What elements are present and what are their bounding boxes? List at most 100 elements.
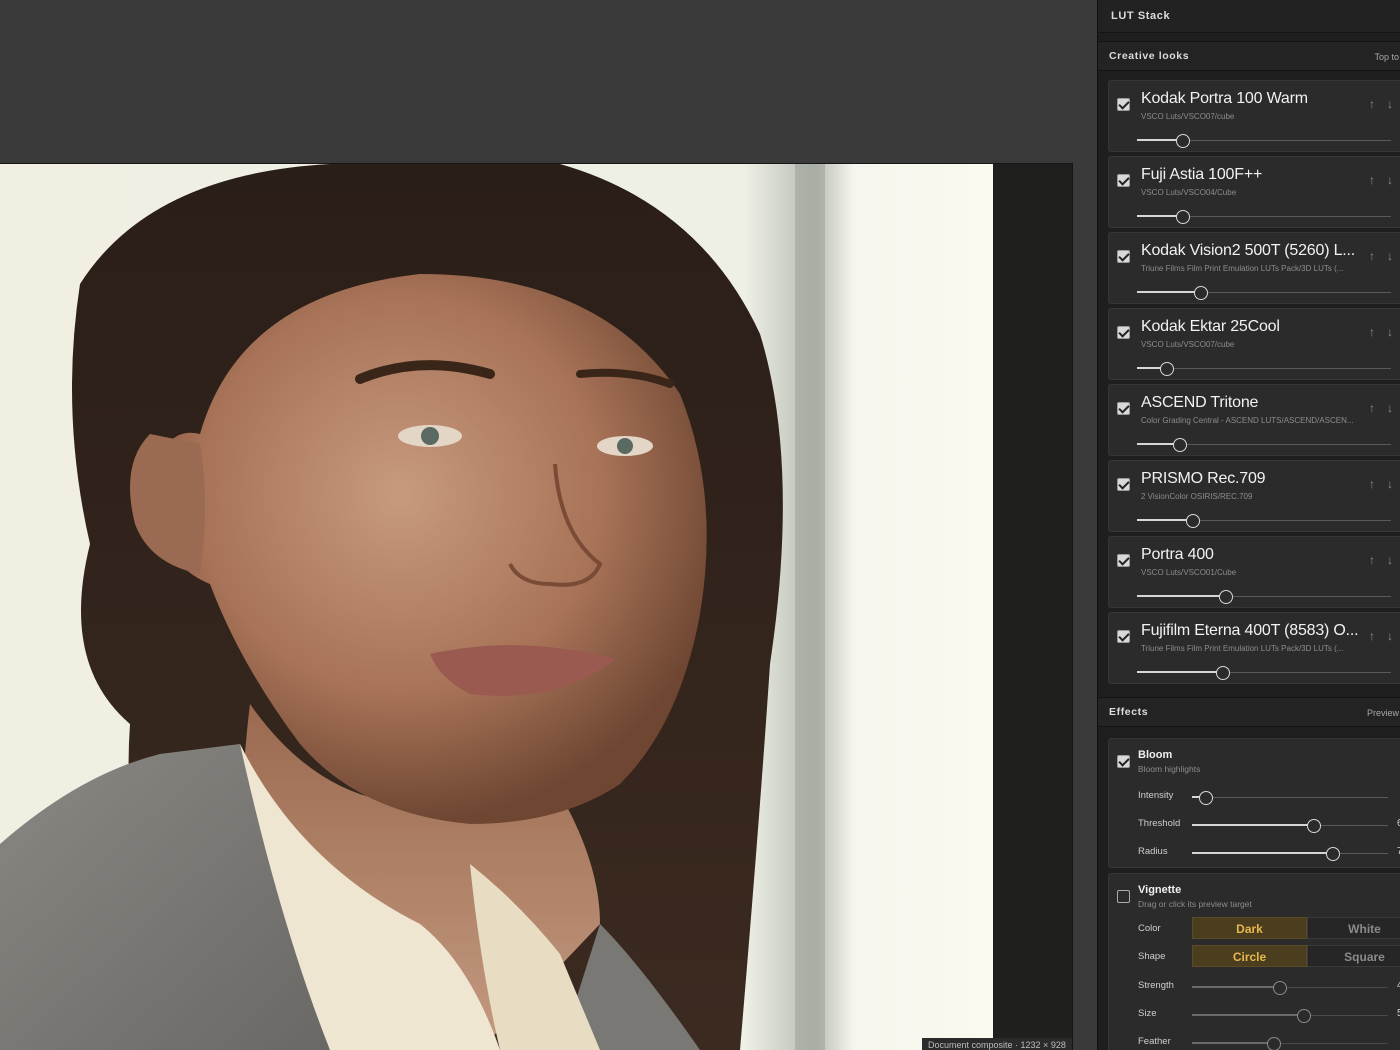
slider-thumb[interactable] — [1185, 514, 1200, 528]
bloom-threshold-slider[interactable] — [1192, 819, 1388, 833]
slider-thumb[interactable] — [1160, 362, 1175, 376]
move-up-icon[interactable]: ↑ — [1369, 97, 1375, 111]
lut-path: VSCO Luts/VSCO07/cube — [1141, 340, 1235, 349]
lut-enable-checkbox[interactable] — [1117, 554, 1130, 567]
move-down-icon[interactable]: ↓ — [1387, 325, 1393, 339]
lut-enable-checkbox[interactable] — [1117, 478, 1130, 491]
lut-enable-checkbox[interactable] — [1117, 174, 1130, 187]
lut-card[interactable]: Kodak Portra 100 Warm VSCO Luts/VSCO07/c… — [1108, 80, 1400, 152]
vignette-name: Vignette — [1138, 884, 1182, 896]
lut-amount-slider[interactable] — [1137, 362, 1391, 376]
slider-thumb[interactable] — [1326, 847, 1341, 861]
move-down-icon[interactable]: ↓ — [1387, 97, 1393, 111]
slider-thumb[interactable] — [1175, 210, 1190, 224]
lut-amount-slider[interactable] — [1137, 134, 1391, 148]
creative-looks-action[interactable]: Top to — [1374, 52, 1399, 62]
move-up-icon[interactable]: ↑ — [1369, 249, 1375, 263]
move-up-icon[interactable]: ↑ — [1369, 629, 1375, 643]
lut-name: Fujifilm Eterna 400T (8583) O... — [1141, 622, 1359, 639]
move-up-icon[interactable]: ↑ — [1369, 173, 1375, 187]
lut-enable-checkbox[interactable] — [1117, 326, 1130, 339]
lut-amount-slider[interactable] — [1137, 286, 1391, 300]
lut-name: Kodak Portra 100 Warm — [1141, 90, 1308, 107]
vignette-enable-checkbox[interactable] — [1117, 890, 1130, 903]
effects-preview-toggle[interactable]: Preview — [1367, 708, 1399, 718]
move-down-icon[interactable]: ↓ — [1387, 477, 1393, 491]
lut-name: Portra 400 — [1141, 546, 1214, 563]
lut-card[interactable]: PRISMO Rec.709 2 VisionColor OSIRIS/REC.… — [1108, 460, 1400, 532]
slider-fill — [1192, 1014, 1304, 1016]
vignette-color-white-button[interactable]: White — [1307, 917, 1400, 939]
lut-name: ASCEND Tritone — [1141, 394, 1259, 411]
vignette-shape-circle-button[interactable]: Circle — [1192, 945, 1307, 967]
lut-amount-slider[interactable] — [1137, 590, 1391, 604]
vignette-shape-square-button[interactable]: Square — [1307, 945, 1400, 967]
lut-path: 2 VisionColor OSIRIS/REC.709 — [1141, 492, 1253, 501]
lut-card[interactable]: Kodak Ektar 25Cool VSCO Luts/VSCO07/cube… — [1108, 308, 1400, 380]
lut-amount-slider[interactable] — [1137, 514, 1391, 528]
slider-thumb[interactable] — [1173, 438, 1188, 452]
slider-thumb[interactable] — [1218, 590, 1233, 604]
vignette-color-toggle: Dark White — [1192, 917, 1400, 939]
vignette-feather-slider[interactable] — [1192, 1037, 1388, 1050]
lut-name: Fuji Astia 100F++ — [1141, 166, 1263, 183]
lut-enable-checkbox[interactable] — [1117, 630, 1130, 643]
slider-fill — [1137, 595, 1226, 597]
slider-fill — [1192, 986, 1281, 988]
bloom-radius-label: Radius — [1138, 846, 1168, 857]
lut-enable-checkbox[interactable] — [1117, 402, 1130, 415]
bloom-enable-checkbox[interactable] — [1117, 755, 1130, 768]
vignette-color-dark-button[interactable]: Dark — [1192, 917, 1307, 939]
bloom-intensity-slider[interactable] — [1192, 791, 1388, 805]
lut-amount-slider[interactable] — [1137, 210, 1391, 224]
preview-image[interactable] — [0, 164, 993, 1050]
bloom-threshold-label: Threshold — [1138, 818, 1181, 829]
lut-path: VSCO Luts/VSCO07/cube — [1141, 112, 1235, 121]
lut-card[interactable]: ASCEND Tritone Color Grading Central - A… — [1108, 384, 1400, 456]
move-down-icon[interactable]: ↓ — [1387, 629, 1393, 643]
lut-path: Color Grading Central - ASCEND LUTS/ASCE… — [1141, 416, 1354, 425]
lut-enable-checkbox[interactable] — [1117, 98, 1130, 111]
creative-looks-header: Creative looks Top to — [1098, 41, 1400, 71]
slider-thumb[interactable] — [1296, 1009, 1311, 1023]
slider-thumb[interactable] — [1273, 981, 1288, 995]
effects-title: Effects — [1109, 706, 1149, 718]
vignette-strength-slider[interactable] — [1192, 981, 1388, 995]
lut-enable-checkbox[interactable] — [1117, 250, 1130, 263]
move-up-icon[interactable]: ↑ — [1369, 401, 1375, 415]
move-up-icon[interactable]: ↑ — [1369, 325, 1375, 339]
bloom-intensity-label: Intensity — [1138, 790, 1174, 801]
move-up-icon[interactable]: ↑ — [1369, 553, 1375, 567]
slider-thumb[interactable] — [1267, 1037, 1282, 1050]
vignette-color-label: Color — [1138, 923, 1161, 934]
bloom-desc: Bloom highlights — [1138, 764, 1201, 774]
slider-thumb[interactable] — [1198, 791, 1213, 805]
slider-thumb[interactable] — [1216, 666, 1231, 680]
slider-track — [1192, 797, 1388, 798]
slider-thumb[interactable] — [1306, 819, 1321, 833]
panel-header: LUT Stack — [1098, 0, 1400, 33]
bloom-effect-card: Bloom Bloom highlights Intensity Thresho… — [1108, 738, 1400, 868]
lut-name: PRISMO Rec.709 — [1141, 470, 1266, 487]
move-down-icon[interactable]: ↓ — [1387, 173, 1393, 187]
lut-card[interactable]: Portra 400 VSCO Luts/VSCO01/Cube ↑ ↓ — [1108, 536, 1400, 608]
move-up-icon[interactable]: ↑ — [1369, 477, 1375, 491]
vignette-size-slider[interactable] — [1192, 1009, 1388, 1023]
slider-thumb[interactable] — [1175, 134, 1190, 148]
move-down-icon[interactable]: ↓ — [1387, 249, 1393, 263]
move-down-icon[interactable]: ↓ — [1387, 553, 1393, 567]
lut-amount-slider[interactable] — [1137, 438, 1391, 452]
vignette-desc: Drag or click its preview target — [1138, 899, 1252, 909]
lut-card[interactable]: Kodak Vision2 500T (5260) L... Triune Fi… — [1108, 232, 1400, 304]
lut-amount-slider[interactable] — [1137, 666, 1391, 680]
lut-path: VSCO Luts/VSCO04/Cube — [1141, 188, 1237, 197]
slider-thumb[interactable] — [1193, 286, 1208, 300]
canvas-area[interactable]: Document composite · 1232 × 928 — [0, 0, 1097, 1050]
move-down-icon[interactable]: ↓ — [1387, 401, 1393, 415]
lut-card[interactable]: Fujifilm Eterna 400T (8583) O... Triune … — [1108, 612, 1400, 684]
vignette-shape-label: Shape — [1138, 951, 1166, 962]
lut-card[interactable]: Fuji Astia 100F++ VSCO Luts/VSCO04/Cube … — [1108, 156, 1400, 228]
lut-path: VSCO Luts/VSCO01/Cube — [1141, 568, 1237, 577]
bloom-name: Bloom — [1138, 749, 1173, 761]
bloom-radius-slider[interactable] — [1192, 847, 1388, 861]
